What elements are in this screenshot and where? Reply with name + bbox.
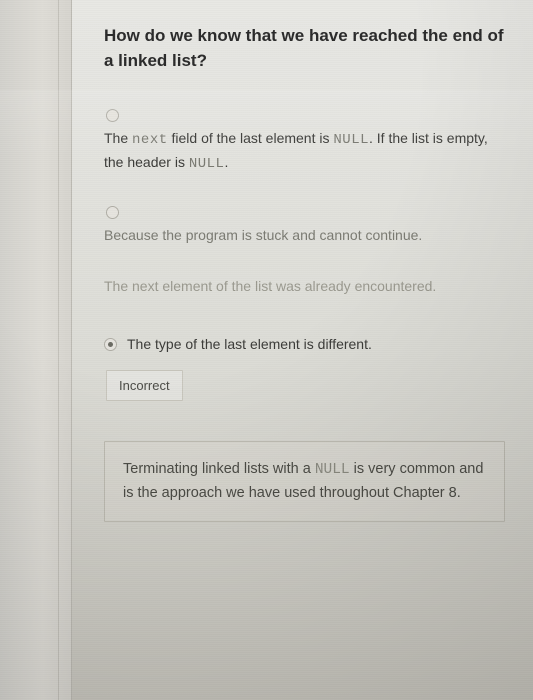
feedback-badge: Incorrect xyxy=(106,370,183,401)
text-fragment: field of the last element is xyxy=(168,130,334,146)
radio-icon[interactable] xyxy=(106,109,119,122)
text-fragment: . xyxy=(224,154,228,170)
code-fragment: NULL xyxy=(333,132,369,148)
option-1[interactable]: The next field of the last element is NU… xyxy=(104,109,505,175)
option-2-text: Because the program is stuck and cannot … xyxy=(104,225,505,247)
code-fragment: next xyxy=(132,132,168,148)
option-2[interactable]: Because the program is stuck and cannot … xyxy=(104,206,505,247)
code-fragment: NULL xyxy=(189,156,225,172)
page-left-margin xyxy=(0,0,72,700)
option-4-text: The type of the last element is differen… xyxy=(127,334,372,356)
explanation-text-pre: Terminating linked lists with a xyxy=(123,461,315,477)
option-3-text: The next element of the list was already… xyxy=(104,276,505,298)
content-area: How do we know that we have reached the … xyxy=(72,0,533,700)
explanation-code: NULL xyxy=(315,462,350,478)
option-4[interactable]: The type of the last element is differen… xyxy=(104,334,505,401)
text-fragment: The xyxy=(104,130,132,146)
question-text: How do we know that we have reached the … xyxy=(104,24,505,73)
radio-icon[interactable] xyxy=(106,206,119,219)
radio-icon-selected[interactable] xyxy=(104,338,117,351)
option-4-row: The type of the last element is differen… xyxy=(104,334,505,356)
option-3[interactable]: The next element of the list was already… xyxy=(104,276,505,298)
option-1-text: The next field of the last element is NU… xyxy=(104,128,505,175)
explanation-box: Terminating linked lists with a NULL is … xyxy=(104,441,505,522)
